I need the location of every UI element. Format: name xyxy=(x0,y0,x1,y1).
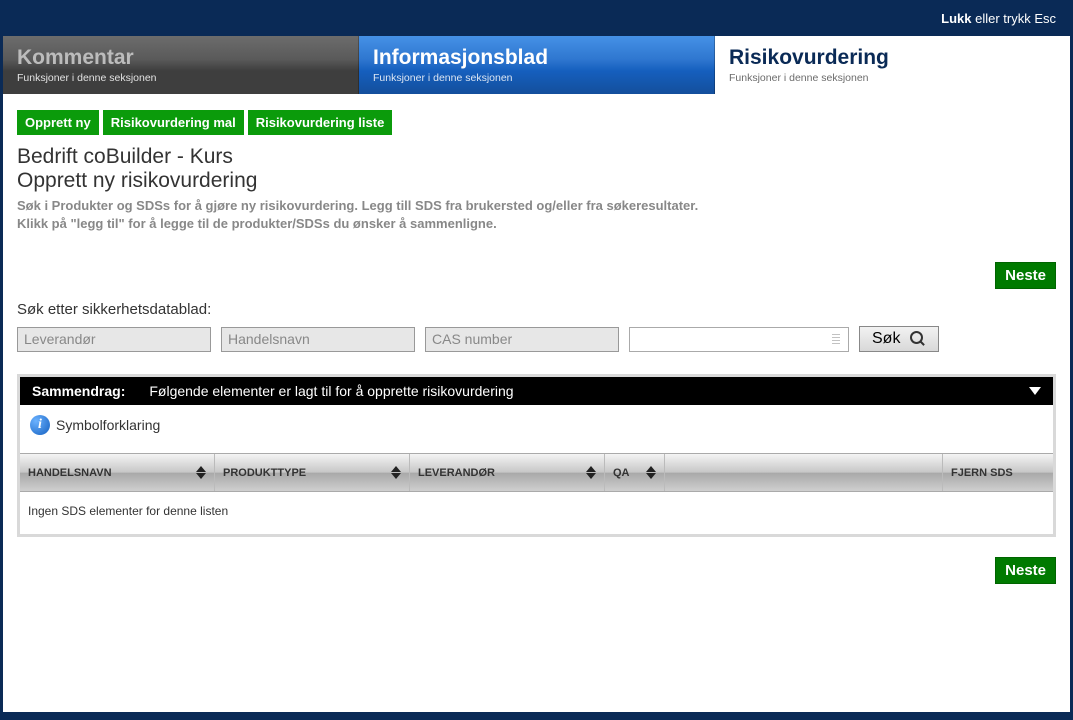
th-leverandor[interactable]: LEVERANDØR xyxy=(410,454,605,491)
th-produkttype-label: PRODUKTTYPE xyxy=(223,467,306,479)
th-qa[interactable]: QA xyxy=(605,454,665,491)
top-bar: Lukk eller trykk Esc xyxy=(3,3,1070,36)
search-row: Søk xyxy=(17,326,1056,352)
tab-risikovurdering[interactable]: Risikovurdering Funksjoner i denne seksj… xyxy=(715,36,1070,94)
sort-up-icon xyxy=(646,466,656,472)
page-title-company: Bedrift coBuilder - Kurs xyxy=(17,145,1056,169)
sort-up-icon xyxy=(196,466,206,472)
info-icon[interactable]: i xyxy=(30,415,50,435)
th-empty xyxy=(665,454,943,491)
search-button[interactable]: Søk xyxy=(859,326,939,352)
risikovurdering-mal-button[interactable]: Risikovurdering mal xyxy=(103,110,244,135)
sort-handelsnavn[interactable] xyxy=(196,466,206,479)
legend-row: i Symbolforklaring xyxy=(20,405,1053,453)
cas-input[interactable] xyxy=(425,327,619,352)
chevron-down-icon[interactable] xyxy=(1029,387,1041,395)
tab-risiko-title: Risikovurdering xyxy=(729,46,1056,70)
tab-kommentar[interactable]: Kommentar Funksjoner i denne seksjonen xyxy=(3,36,359,94)
instructions: Søk i Produkter og SDSs for å gjøre ny r… xyxy=(17,197,1056,232)
close-hint: eller trykk Esc xyxy=(971,11,1056,26)
section-tabs: Kommentar Funksjoner i denne seksjonen I… xyxy=(3,36,1070,94)
sort-up-icon xyxy=(586,466,596,472)
search-button-label: Søk xyxy=(872,330,900,348)
supplier-input[interactable] xyxy=(17,327,211,352)
filter-dropdown[interactable] xyxy=(629,327,849,352)
action-buttons: Opprett ny Risikovurdering mal Risikovur… xyxy=(17,110,1056,135)
table-empty-message: Ingen SDS elementer for denne listen xyxy=(20,492,1053,534)
page-title-action: Opprett ny risikovurdering xyxy=(17,169,1056,193)
sort-down-icon xyxy=(196,473,206,479)
search-icon xyxy=(910,331,926,347)
summary-text: Følgende elementer er lagt til for å opp… xyxy=(149,383,1029,399)
th-handelsnavn[interactable]: HANDELSNAVN xyxy=(20,454,215,491)
sort-up-icon xyxy=(391,466,401,472)
tab-info-title: Informasjonsblad xyxy=(373,46,700,70)
tab-info-sub: Funksjoner i denne seksjonen xyxy=(373,72,700,84)
summary-box: Sammendrag: Følgende elementer er lagt t… xyxy=(17,374,1056,537)
close-link[interactable]: Lukk eller trykk Esc xyxy=(941,11,1056,26)
tab-informasjonsblad[interactable]: Informasjonsblad Funksjoner i denne seks… xyxy=(359,36,715,94)
next-button-top[interactable]: Neste xyxy=(995,262,1056,289)
tab-kommentar-sub: Funksjoner i denne seksjonen xyxy=(17,72,344,84)
th-fjern-label: FJERN SDS xyxy=(951,467,1013,479)
legend-link[interactable]: Symbolforklaring xyxy=(56,417,160,433)
close-bold: Lukk xyxy=(941,11,971,26)
opprett-ny-button[interactable]: Opprett ny xyxy=(17,110,99,135)
main-panel: Opprett ny Risikovurdering mal Risikovur… xyxy=(3,94,1070,712)
th-leverandor-label: LEVERANDØR xyxy=(418,467,495,479)
sort-leverandor[interactable] xyxy=(586,466,596,479)
sort-down-icon xyxy=(646,473,656,479)
next-button-bottom[interactable]: Neste xyxy=(995,557,1056,584)
th-produkttype[interactable]: PRODUKTTYPE xyxy=(215,454,410,491)
search-section-label: Søk etter sikkerhetsdatablad: xyxy=(17,301,1056,318)
th-handelsnavn-label: HANDELSNAVN xyxy=(28,467,112,479)
summary-header: Sammendrag: Følgende elementer er lagt t… xyxy=(20,377,1053,405)
table-header-row: HANDELSNAVN PRODUKTTYPE LEVERANDØR xyxy=(20,453,1053,492)
sort-produkttype[interactable] xyxy=(391,466,401,479)
tab-risiko-sub: Funksjoner i denne seksjonen xyxy=(729,72,1056,84)
tradename-input[interactable] xyxy=(221,327,415,352)
risikovurdering-liste-button[interactable]: Risikovurdering liste xyxy=(248,110,393,135)
summary-label: Sammendrag: xyxy=(32,383,125,399)
instructions-line1: Søk i Produkter og SDSs for å gjøre ny r… xyxy=(17,197,1056,215)
sort-down-icon xyxy=(391,473,401,479)
th-fjern-sds: FJERN SDS xyxy=(943,454,1053,491)
th-qa-label: QA xyxy=(613,467,630,479)
instructions-line2: Klikk på "legg til" for å legge til de p… xyxy=(17,215,1056,233)
sort-qa[interactable] xyxy=(646,466,656,479)
sort-down-icon xyxy=(586,473,596,479)
tab-kommentar-title: Kommentar xyxy=(17,46,344,70)
